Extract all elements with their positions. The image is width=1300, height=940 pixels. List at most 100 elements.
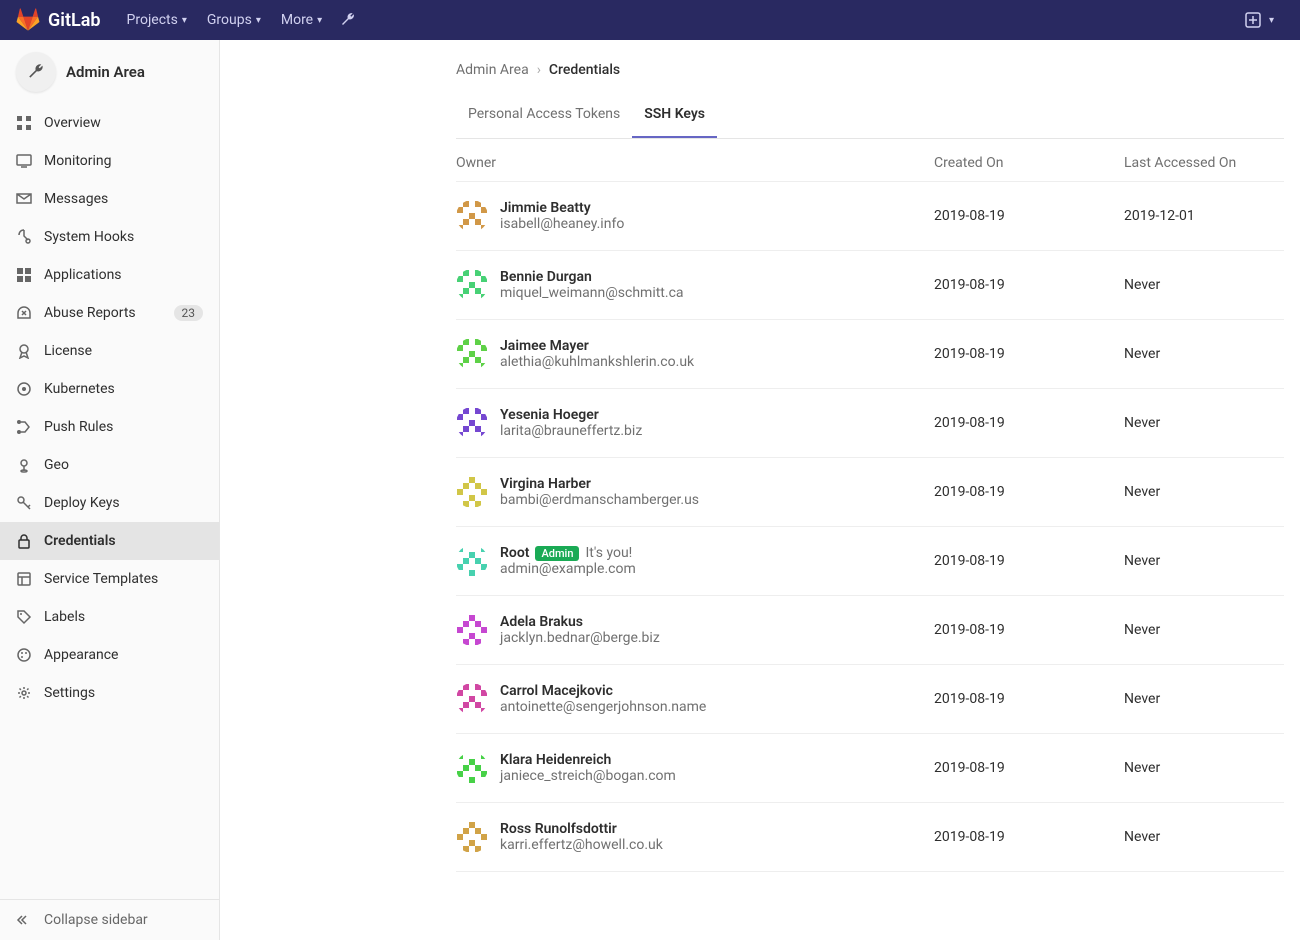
sidebar-item-labels[interactable]: Labels	[0, 598, 219, 636]
created-on: 2019-08-19	[934, 484, 1124, 500]
sidebar-item-label: Appearance	[44, 647, 118, 663]
last-accessed: Never	[1124, 484, 1284, 500]
sidebar-item-service-templates[interactable]: Service Templates	[0, 560, 219, 598]
brand-logo[interactable]: GitLab	[16, 8, 101, 32]
owner-name[interactable]: Jimmie Beatty	[500, 200, 591, 216]
sidebar-header[interactable]: Admin Area	[0, 40, 219, 104]
owner-name[interactable]: Virgina Harber	[500, 476, 591, 492]
owner-email[interactable]: karri.effertz@howell.co.uk	[500, 837, 663, 853]
sidebar-item-system-hooks[interactable]: System Hooks	[0, 218, 219, 256]
owner-name[interactable]: Root	[500, 545, 529, 561]
plus-square-icon	[1245, 12, 1261, 28]
tabs: Personal Access Tokens SSH Keys	[456, 92, 1284, 139]
sidebar-item-label: Messages	[44, 191, 108, 207]
template-icon	[16, 571, 32, 587]
owner-name[interactable]: Adela Brakus	[500, 614, 583, 630]
created-on: 2019-08-19	[934, 691, 1124, 707]
collapse-sidebar[interactable]: Collapse sidebar	[0, 899, 219, 940]
sidebar-item-geo[interactable]: Geo	[0, 446, 219, 484]
nav-more[interactable]: More▾	[271, 0, 332, 40]
brand-text: GitLab	[48, 10, 101, 31]
owner-email[interactable]: admin@example.com	[500, 561, 636, 577]
chevron-down-icon: ▾	[317, 15, 322, 26]
abuse-icon	[16, 305, 32, 321]
table-row: Ross Runolfsdottir karri.effertz@howell.…	[456, 803, 1284, 872]
avatar	[456, 338, 488, 370]
table-row: Bennie Durgan miquel_weimann@schmitt.ca …	[456, 251, 1284, 320]
nav-projects[interactable]: Projects▾	[117, 0, 197, 40]
owner-name[interactable]: Klara Heidenreich	[500, 752, 611, 768]
owner-cell: Carrol Macejkovic antoinette@sengerjohns…	[456, 683, 934, 715]
sidebar-item-deploy-keys[interactable]: Deploy Keys	[0, 484, 219, 522]
breadcrumb-root[interactable]: Admin Area	[456, 62, 529, 78]
tab-ssh-keys[interactable]: SSH Keys	[632, 92, 717, 138]
sidebar-item-license[interactable]: License	[0, 332, 219, 370]
badge: 23	[174, 305, 204, 321]
owner-name[interactable]: Carrol Macejkovic	[500, 683, 613, 699]
admin-wrench-icon[interactable]	[340, 12, 356, 28]
owner-name[interactable]: Bennie Durgan	[500, 269, 592, 285]
topbar: GitLab Projects▾ Groups▾ More▾ ▾	[0, 0, 1300, 40]
breadcrumb: Admin Area › Credentials	[456, 56, 1284, 92]
sidebar-item-settings[interactable]: Settings	[0, 674, 219, 712]
sidebar: Admin Area Overview Monitoring Messages Sys…	[0, 40, 220, 940]
avatar	[456, 200, 488, 232]
owner-email[interactable]: larita@brauneffertz.biz	[500, 423, 642, 439]
owner-email[interactable]: janiece_streich@bogan.com	[500, 768, 676, 784]
owner-cell: Adela Brakus jacklyn.bednar@berge.biz	[456, 614, 934, 646]
monitor-icon	[16, 153, 32, 169]
sidebar-item-credentials[interactable]: Credentials	[0, 522, 219, 560]
sidebar-item-kubernetes[interactable]: Kubernetes	[0, 370, 219, 408]
sidebar-item-label: Monitoring	[44, 153, 112, 169]
kubernetes-icon	[16, 381, 32, 397]
sidebar-item-monitoring[interactable]: Monitoring	[0, 142, 219, 180]
created-on: 2019-08-19	[934, 622, 1124, 638]
lock-icon	[16, 533, 32, 549]
table-row: Root AdminIt's you! admin@example.com 20…	[456, 527, 1284, 596]
owner-email[interactable]: isabell@heaney.info	[500, 216, 624, 232]
sidebar-item-messages[interactable]: Messages	[0, 180, 219, 218]
owner-email[interactable]: alethia@kuhlmankshlerin.co.uk	[500, 354, 694, 370]
owner-name[interactable]: Yesenia Hoeger	[500, 407, 599, 423]
hook-icon	[16, 229, 32, 245]
table-row: Adela Brakus jacklyn.bednar@berge.biz 20…	[456, 596, 1284, 665]
sidebar-item-label: Credentials	[44, 533, 116, 549]
owner-email[interactable]: miquel_weimann@schmitt.ca	[500, 285, 684, 301]
nav-groups[interactable]: Groups▾	[197, 0, 271, 40]
last-accessed: Never	[1124, 829, 1284, 845]
new-dropdown[interactable]: ▾	[1235, 0, 1284, 40]
col-header-owner: Owner	[456, 155, 934, 171]
sidebar-item-label: License	[44, 343, 92, 359]
sidebar-item-applications[interactable]: Applications	[0, 256, 219, 294]
col-header-accessed: Last Accessed On	[1124, 155, 1284, 171]
last-accessed: 2019-12-01	[1124, 208, 1284, 224]
gitlab-icon	[16, 8, 40, 32]
created-on: 2019-08-19	[934, 415, 1124, 431]
sidebar-item-abuse-reports[interactable]: Abuse Reports23	[0, 294, 219, 332]
owner-name[interactable]: Jaimee Mayer	[500, 338, 589, 354]
owner-email[interactable]: bambi@erdmanschamberger.us	[500, 492, 699, 508]
admin-badge: Admin	[535, 546, 579, 561]
last-accessed: Never	[1124, 622, 1284, 638]
sidebar-item-label: Labels	[44, 609, 85, 625]
sidebar-item-push-rules[interactable]: Push Rules	[0, 408, 219, 446]
owner-email[interactable]: antoinette@sengerjohnson.name	[500, 699, 706, 715]
col-header-created: Created On	[934, 155, 1124, 171]
applications-icon	[16, 267, 32, 283]
appearance-icon	[16, 647, 32, 663]
table-row: Virgina Harber bambi@erdmanschamberger.u…	[456, 458, 1284, 527]
created-on: 2019-08-19	[934, 208, 1124, 224]
sidebar-item-label: Service Templates	[44, 571, 158, 587]
push-rules-icon	[16, 419, 32, 435]
owner-name[interactable]: Ross Runolfsdottir	[500, 821, 617, 837]
sidebar-item-appearance[interactable]: Appearance	[0, 636, 219, 674]
owner-email[interactable]: jacklyn.bednar@berge.biz	[500, 630, 660, 646]
table-row: Carrol Macejkovic antoinette@sengerjohns…	[456, 665, 1284, 734]
created-on: 2019-08-19	[934, 553, 1124, 569]
owner-cell: Bennie Durgan miquel_weimann@schmitt.ca	[456, 269, 934, 301]
breadcrumb-separator: ›	[537, 62, 541, 78]
sidebar-item-overview[interactable]: Overview	[0, 104, 219, 142]
created-on: 2019-08-19	[934, 760, 1124, 776]
tab-personal-access-tokens[interactable]: Personal Access Tokens	[456, 92, 632, 138]
sidebar-item-label: Geo	[44, 457, 69, 473]
